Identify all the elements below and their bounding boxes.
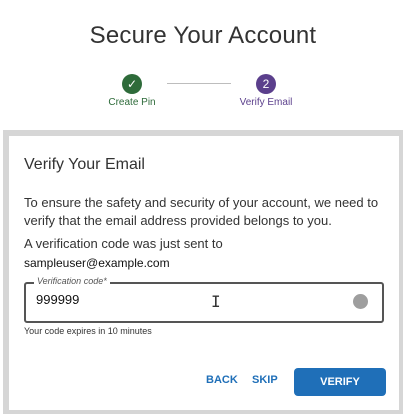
card-description: To ensure the safety and security of you… (24, 195, 379, 228)
code-sent-text: A verification code was just sent to (24, 236, 223, 251)
step-label-verify-email: Verify Email (239, 97, 293, 108)
step-create-pin: ✓ Create Pin (92, 74, 172, 108)
step-verify-email: 2 Verify Email (226, 74, 306, 108)
verification-code-input[interactable] (36, 292, 326, 307)
email-address: sampleuser@example.com (24, 256, 170, 270)
stepper: ✓ Create Pin 2 Verify Email (0, 74, 406, 114)
skip-button[interactable]: SKIP (252, 374, 278, 386)
page: Secure Your Account ✓ Create Pin 2 Verif… (0, 0, 406, 417)
verify-button[interactable]: VERIFY (294, 368, 386, 396)
field-status-icon (353, 294, 368, 309)
verify-email-card: Verify Your Email To ensure the safety a… (9, 136, 399, 410)
step-label-create-pin: Create Pin (108, 97, 156, 108)
verification-code-label: Verification code* (34, 276, 110, 286)
card-actions: BACK SKIP VERIFY (9, 368, 399, 396)
code-expiry-text: Your code expires in 10 minutes (24, 326, 152, 336)
card-title: Verify Your Email (24, 156, 145, 173)
check-icon: ✓ (122, 74, 142, 94)
step-number-badge: 2 (256, 74, 276, 94)
page-title: Secure Your Account (89, 22, 317, 49)
step-connector (167, 83, 231, 84)
verification-code-field[interactable]: Verification code* I (24, 276, 384, 323)
text-cursor-icon: I (211, 292, 221, 311)
back-button[interactable]: BACK (206, 374, 238, 386)
